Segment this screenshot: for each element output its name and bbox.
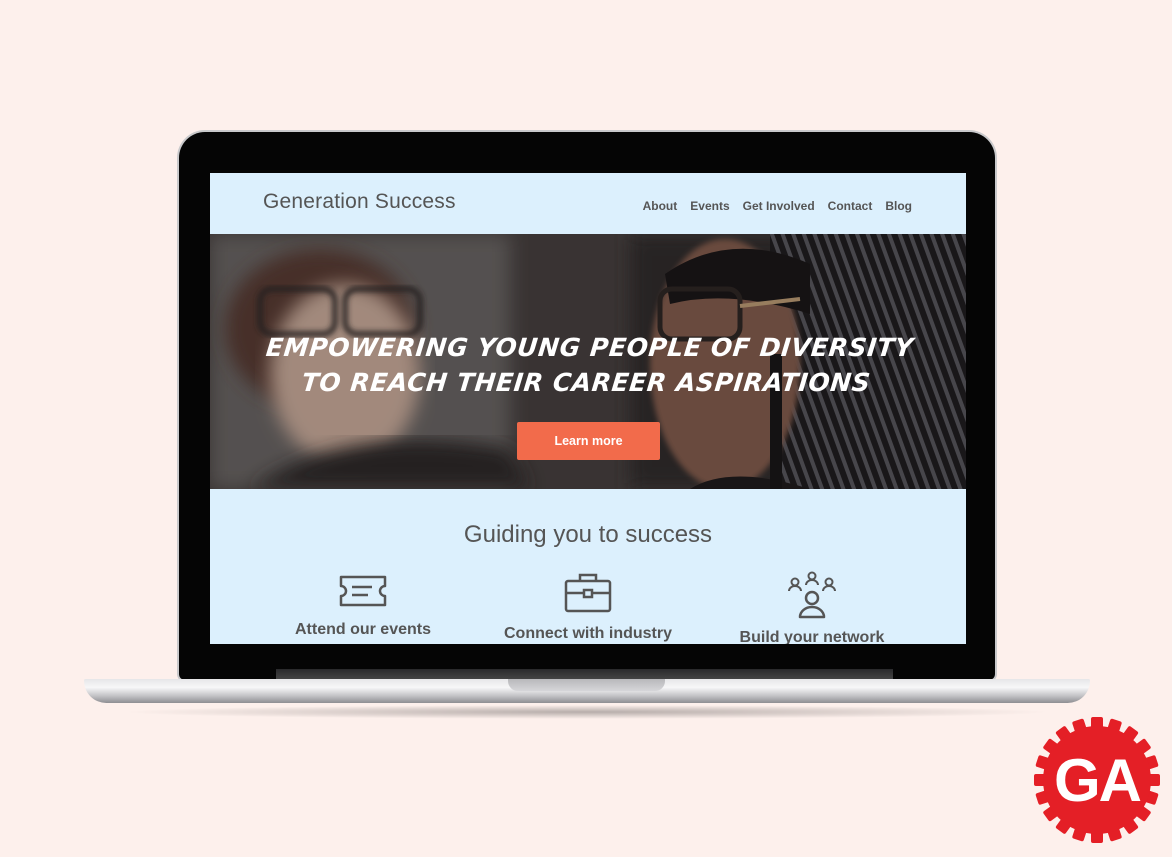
ga-logo: GA — [1034, 717, 1160, 843]
nav-item-contact[interactable]: Contact — [828, 199, 873, 213]
ticket-icon — [339, 575, 387, 607]
hero-heading: EMPOWERING YOUNG PEOPLE OF DIVERSITY TO … — [210, 330, 966, 400]
laptop-notch — [508, 679, 665, 691]
laptop-screen: Generation Success About Events Get Invo… — [210, 173, 966, 644]
nav-item-get-involved[interactable]: Get Involved — [743, 199, 815, 213]
feature-label: Connect with industry — [504, 625, 672, 642]
site-header: Generation Success About Events Get Invo… — [210, 173, 966, 234]
feature-network[interactable]: Build your network — [712, 571, 912, 644]
hero-heading-line-1: EMPOWERING YOUNG PEOPLE OF DIVERSITY — [264, 333, 916, 362]
hero-heading-line-2: TO REACH THEIR CAREER ASPIRATIONS — [300, 368, 873, 397]
hero-banner: EMPOWERING YOUNG PEOPLE OF DIVERSITY TO … — [210, 234, 966, 489]
learn-more-button[interactable]: Learn more — [517, 422, 660, 460]
briefcase-icon — [564, 573, 612, 613]
site-title[interactable]: Generation Success — [263, 190, 456, 214]
laptop-hinge — [276, 669, 893, 679]
logo-text: GA — [1054, 747, 1141, 814]
nav-item-about[interactable]: About — [643, 199, 678, 213]
main-nav: About Events Get Involved Contact Blog — [643, 199, 912, 213]
guiding-section: Guiding you to success Attend our events… — [210, 489, 966, 644]
nav-item-events[interactable]: Events — [690, 199, 729, 213]
section-title: Guiding you to success — [463, 521, 713, 548]
feature-label: Build your network — [739, 629, 885, 644]
feature-events[interactable]: Attend our events — [263, 571, 463, 639]
people-network-icon — [788, 571, 836, 619]
feature-label: Attend our events — [294, 621, 431, 638]
feature-industry[interactable]: Connect with industry — [488, 571, 688, 643]
laptop-shadow — [120, 705, 1054, 719]
nav-item-blog[interactable]: Blog — [885, 199, 912, 213]
